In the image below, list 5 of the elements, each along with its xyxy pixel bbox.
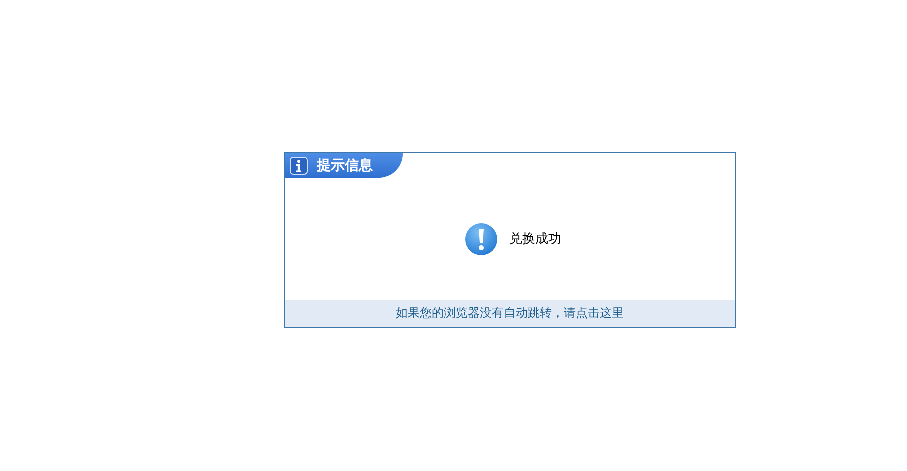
redirect-link[interactable]: 如果您的浏览器没有自动跳转，请点击这里: [396, 305, 624, 322]
dialog-title: 提示信息: [317, 156, 373, 174]
exclamation-icon: [464, 222, 498, 256]
info-icon: [290, 156, 308, 174]
success-message: 兑换成功: [510, 231, 562, 248]
